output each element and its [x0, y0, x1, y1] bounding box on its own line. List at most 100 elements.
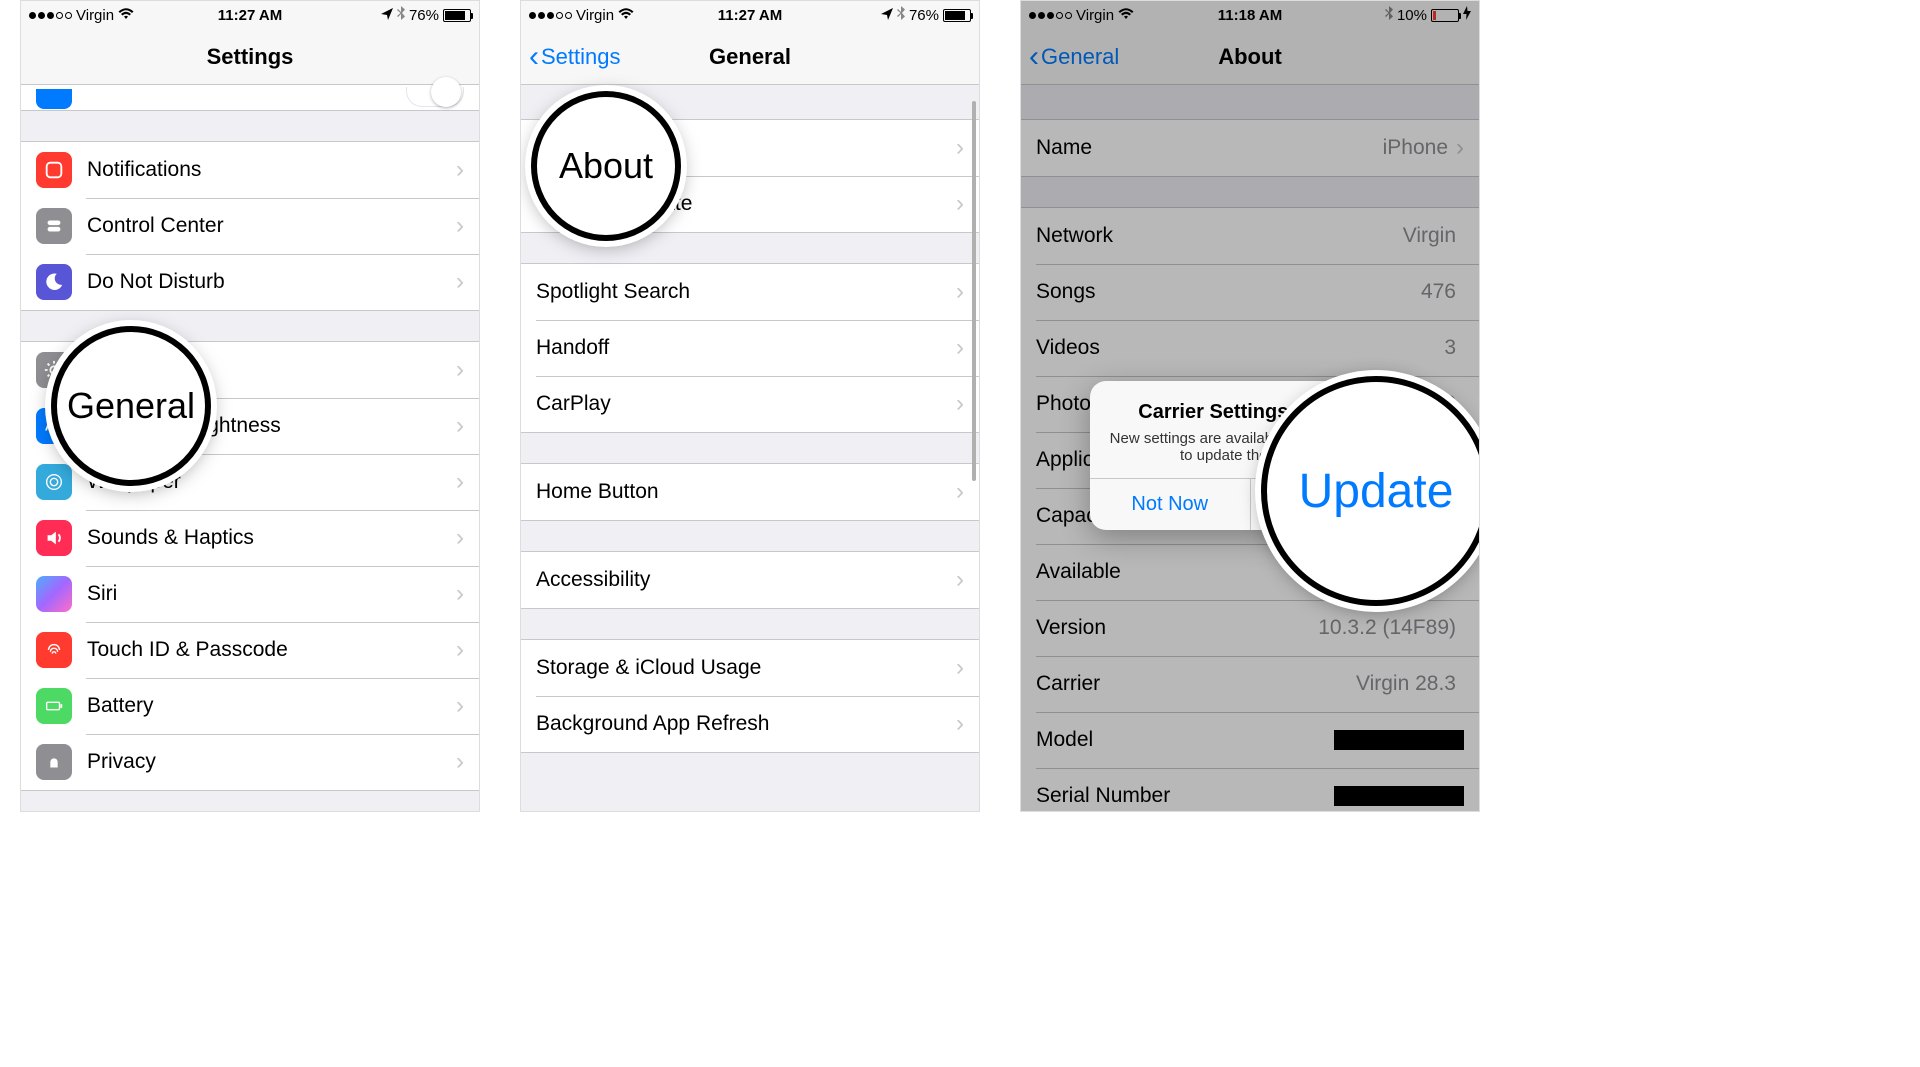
- chevron-right-icon: ›: [956, 710, 964, 738]
- row-touch-id-passcode[interactable]: Touch ID & Passcode›: [21, 622, 479, 678]
- row-label: Accessibility: [536, 568, 956, 592]
- callout-about: About: [531, 91, 681, 241]
- row-label: Model: [1036, 728, 1334, 752]
- row-label: Name: [1036, 136, 1383, 160]
- chevron-right-icon: ›: [456, 468, 464, 496]
- chevron-right-icon: ›: [956, 478, 964, 506]
- row-handoff[interactable]: Handoff›: [521, 320, 979, 376]
- row-label: Serial Number: [1036, 784, 1334, 808]
- bluetooth-icon: [397, 6, 405, 24]
- row-label: Storage & iCloud Usage: [536, 656, 956, 680]
- row-siri[interactable]: Siri›: [21, 566, 479, 622]
- notifications-icon: [36, 152, 72, 188]
- control-center-icon: [36, 208, 72, 244]
- not-now-button[interactable]: Not Now: [1090, 479, 1250, 530]
- do-not-disturb-icon: [36, 264, 72, 300]
- redacted-value: [1334, 786, 1464, 806]
- row-label: Privacy: [87, 750, 456, 774]
- battery-icon: [36, 688, 72, 724]
- location-icon: [381, 7, 393, 24]
- chevron-right-icon: ›: [456, 412, 464, 440]
- status-time: 11:18 AM: [1218, 7, 1282, 24]
- chevron-right-icon: ›: [456, 748, 464, 776]
- row-background-app-refresh[interactable]: Background App Refresh›: [521, 696, 979, 752]
- row-label: Carrier: [1036, 672, 1356, 696]
- nav-bar: ‹ General About: [1021, 29, 1479, 85]
- chevron-left-icon: ‹: [529, 42, 539, 72]
- status-bar: Virgin 11:27 AM 76%: [21, 1, 479, 29]
- row-carplay[interactable]: CarPlay›: [521, 376, 979, 432]
- charging-icon: [1463, 6, 1471, 24]
- row-songs: Songs476: [1021, 264, 1479, 320]
- row-accessibility[interactable]: Accessibility›: [521, 552, 979, 608]
- sounds-haptics-icon: [36, 520, 72, 556]
- touch-id-passcode-icon: [36, 632, 72, 668]
- privacy-icon: [36, 744, 72, 780]
- row-battery[interactable]: Battery›: [21, 678, 479, 734]
- nav-bar: ‹ Settings General: [521, 29, 979, 85]
- row-spotlight-search[interactable]: Spotlight Search›: [521, 264, 979, 320]
- status-time: 11:27 AM: [718, 7, 782, 24]
- page-title: Settings: [207, 44, 294, 70]
- battery-icon: [443, 9, 471, 22]
- row-storage-icloud-usage[interactable]: Storage & iCloud Usage›: [521, 640, 979, 696]
- row-home-button[interactable]: Home Button›: [521, 464, 979, 520]
- row-network: NetworkVirgin: [1021, 208, 1479, 264]
- row-label: Spotlight Search: [536, 280, 956, 304]
- wifi-icon: [118, 7, 134, 23]
- row-notifications[interactable]: Notifications›: [21, 142, 479, 198]
- signal-dots: [1029, 12, 1072, 19]
- battery-pct: 76%: [909, 7, 939, 24]
- signal-dots: [529, 12, 572, 19]
- screen-general: Virgin 11:27 AM 76% ‹ Settings: [520, 0, 980, 812]
- row-model: Model: [1021, 712, 1479, 768]
- battery-icon: [943, 9, 971, 22]
- location-icon: [881, 7, 893, 24]
- row-label: Control Center: [87, 214, 456, 238]
- carrier-label: Virgin: [76, 7, 114, 24]
- chevron-right-icon: ›: [956, 278, 964, 306]
- row-control-center[interactable]: Control Center›: [21, 198, 479, 254]
- nav-bar: Settings: [21, 29, 479, 85]
- chevron-right-icon: ›: [956, 654, 964, 682]
- chevron-right-icon: ›: [1456, 134, 1464, 162]
- status-time: 11:27 AM: [218, 7, 282, 24]
- row-name[interactable]: NameiPhone ›: [1021, 120, 1479, 176]
- chevron-left-icon: ‹: [1029, 42, 1039, 72]
- row-label: Handoff: [536, 336, 956, 360]
- back-button[interactable]: ‹ Settings: [529, 42, 621, 72]
- row-label: Videos: [1036, 336, 1444, 360]
- battery-pct: 76%: [409, 7, 439, 24]
- signal-dots: [29, 12, 72, 19]
- wallpaper-icon: [36, 464, 72, 500]
- chevron-right-icon: ›: [956, 134, 964, 162]
- back-button[interactable]: ‹ General: [1029, 42, 1119, 72]
- chevron-right-icon: ›: [456, 268, 464, 296]
- row-label: Battery: [87, 694, 456, 718]
- chevron-right-icon: ›: [456, 356, 464, 384]
- row-label: Siri: [87, 582, 456, 606]
- row-label: Do Not Disturb: [87, 270, 456, 294]
- chevron-right-icon: ›: [956, 334, 964, 362]
- row-label: Touch ID & Passcode: [87, 638, 456, 662]
- row-value: 3: [1444, 336, 1456, 360]
- chevron-right-icon: ›: [956, 566, 964, 594]
- row-value: iPhone: [1383, 136, 1448, 160]
- carrier-label: Virgin: [1076, 7, 1114, 24]
- row-value: 10.3.2 (14F89): [1318, 616, 1456, 640]
- row-privacy[interactable]: Privacy›: [21, 734, 479, 790]
- chevron-right-icon: ›: [456, 156, 464, 184]
- row-label: Sounds & Haptics: [87, 526, 456, 550]
- row-sounds-haptics[interactable]: Sounds & Haptics›: [21, 510, 479, 566]
- row-label: Notifications: [87, 158, 456, 182]
- row-do-not-disturb[interactable]: Do Not Disturb›: [21, 254, 479, 310]
- wifi-icon: [618, 7, 634, 23]
- chevron-right-icon: ›: [456, 524, 464, 552]
- row-value: 476: [1421, 280, 1456, 304]
- battery-icon: [1431, 9, 1459, 22]
- bluetooth-icon: [897, 6, 905, 24]
- row-label: Version: [1036, 616, 1318, 640]
- row-label: Home Button: [536, 480, 956, 504]
- status-bar: Virgin 11:27 AM 76%: [521, 1, 979, 29]
- partial-icon: [36, 89, 72, 109]
